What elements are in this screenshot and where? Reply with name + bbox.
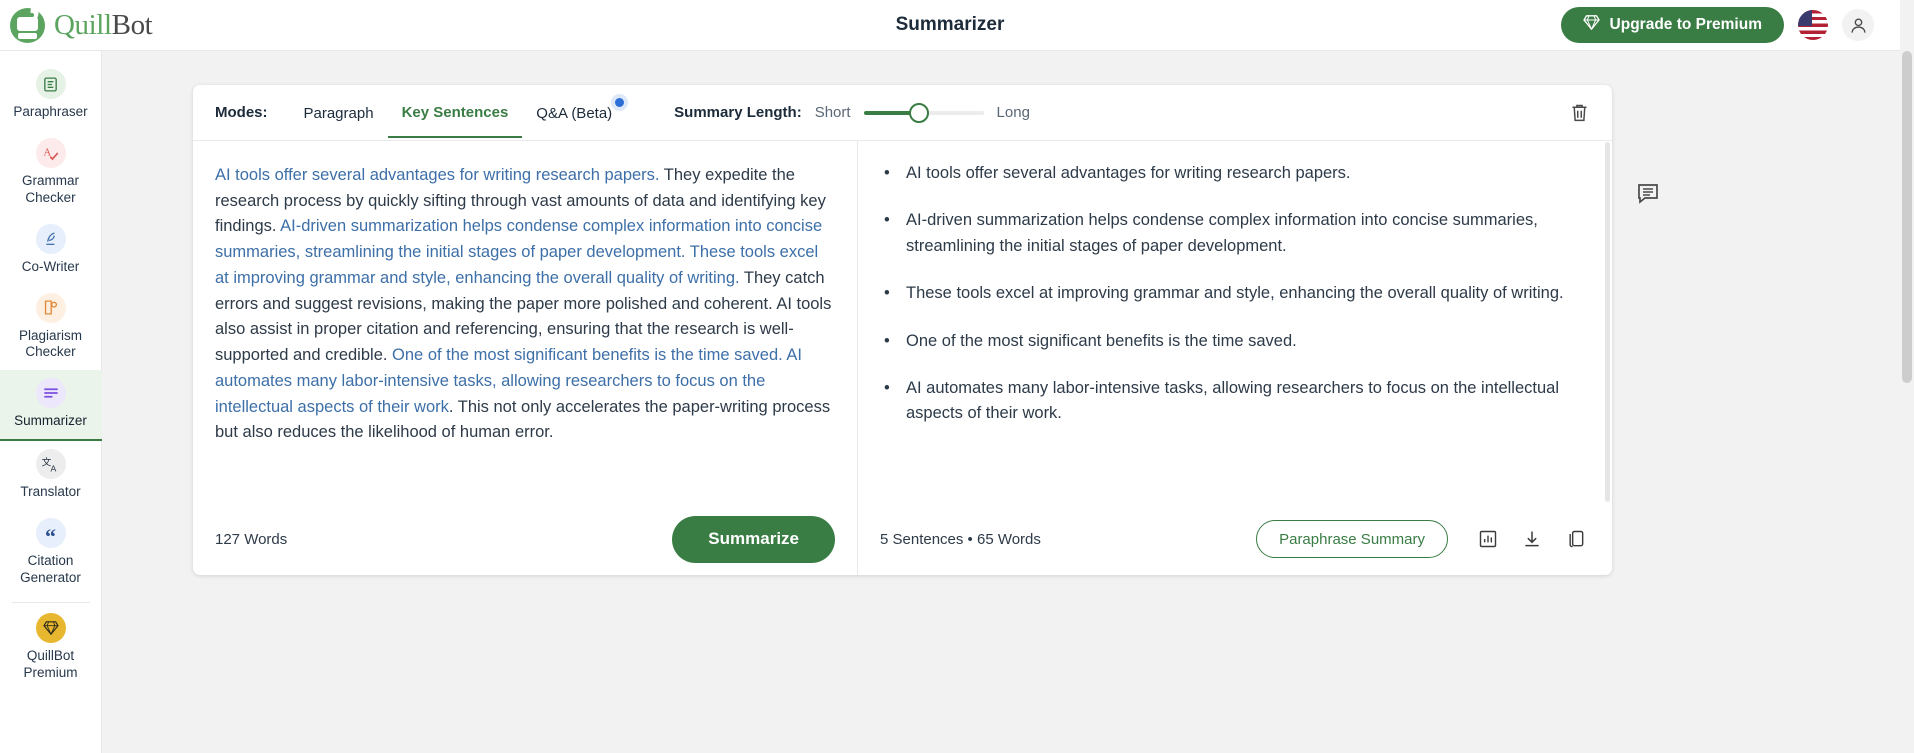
translator-icon: 文A — [35, 449, 66, 480]
sidebar-item-translator[interactable]: 文A Translator — [0, 441, 102, 510]
output-action-icons — [1474, 525, 1590, 553]
quillbot-robot-icon — [10, 6, 45, 43]
input-footer: 127 Words Summarize — [193, 503, 857, 575]
sidebar-item-label: Translator — [20, 484, 81, 500]
quillbot-logo[interactable]: QuillBot — [0, 6, 320, 43]
sidebar-divider — [11, 601, 90, 603]
input-segment: AI-driven summarization helps condense c… — [215, 217, 823, 287]
bullet-text: AI-driven summarization helps condense c… — [906, 211, 1538, 255]
paraphrase-summary-button[interactable]: Paraphrase Summary — [1256, 520, 1448, 558]
quillbot-summarizer-page: QuillBot Summarizer Upgrade to Premium P… — [0, 0, 1914, 753]
slider-long-label: Long — [996, 104, 1030, 121]
modes-label: Modes: — [215, 104, 268, 121]
us-flag-icon[interactable] — [1798, 10, 1828, 40]
list-item: • AI tools offer several advantages for w… — [880, 161, 1582, 186]
output-stats: 5 Sentences • 65 Words — [880, 530, 1041, 548]
list-item: • One of the most significant benefits i… — [880, 329, 1582, 354]
logo-text-quill: Quill — [54, 8, 112, 41]
sidebar-item-label: Plagiarism Checker — [18, 327, 83, 360]
sidebar-item-label: Co-Writer — [21, 258, 80, 274]
upgrade-to-premium-button[interactable]: Upgrade to Premium — [1560, 7, 1784, 43]
sidebar-item-label: QuillBot Premium — [23, 647, 78, 680]
page-scrollbar[interactable] — [1900, 51, 1914, 753]
summarizer-card: Modes: Paragraph Key Sentences Q&A (Beta… — [193, 85, 1612, 575]
svg-text:A: A — [43, 147, 51, 158]
input-panel: AI tools offer several advantages for wr… — [193, 141, 858, 575]
bullet-text: One of the most significant benefits is … — [906, 331, 1297, 350]
feedback-comment-icon[interactable] — [1632, 177, 1664, 209]
upgrade-button-label: Upgrade to Premium — [1609, 16, 1762, 33]
trash-icon[interactable] — [1565, 98, 1594, 127]
user-avatar-button[interactable] — [1842, 9, 1874, 41]
bullet-dot: • — [884, 331, 890, 350]
output-panel: • AI tools offer several advantages for w… — [858, 141, 1612, 575]
slider-thumb[interactable] — [908, 102, 929, 123]
svg-text:A: A — [51, 463, 57, 473]
summary-length-label: Summary Length: — [674, 104, 802, 121]
sidebar-item-label: Summarizer — [14, 413, 87, 429]
list-item: • AI automates many labor-intensive tasks… — [880, 376, 1582, 427]
page-scrollbar-thumb[interactable] — [1902, 51, 1912, 383]
bullet-dot: • — [884, 164, 890, 182]
download-icon[interactable] — [1518, 525, 1546, 553]
card-body: AI tools offer several advantages for wr… — [193, 141, 1612, 575]
input-word-count: 127 Words — [215, 530, 288, 548]
summarizer-toolbar: Modes: Paragraph Key Sentences Q&A (Beta… — [193, 85, 1612, 141]
summary-output-area[interactable]: • AI tools offer several advantages for w… — [858, 141, 1612, 503]
sidebar-item-label: Paraphraser — [13, 104, 88, 119]
sidebar-item-plagiarism-checker[interactable]: Plagiarism Checker — [0, 285, 102, 371]
input-segment: AI tools offer several advantages for wr… — [215, 166, 664, 184]
bullet-text: AI tools offer several advantages for wr… — [906, 164, 1351, 182]
premium-diamond-icon — [35, 612, 66, 643]
summary-length-slider[interactable] — [863, 102, 984, 123]
logo-wordmark: QuillBot — [54, 8, 153, 42]
paraphraser-icon — [35, 69, 66, 99]
summarizer-icon — [35, 378, 66, 409]
left-sidebar: Paraphraser A Grammar Checker Co-Writer … — [0, 51, 102, 753]
copy-icon[interactable] — [1562, 525, 1590, 553]
plagiarism-checker-icon — [35, 292, 66, 323]
tab-qa-label: Q&A (Beta) — [536, 104, 613, 122]
summarize-button[interactable]: Summarize — [672, 515, 835, 563]
co-writer-icon — [35, 223, 66, 254]
main-stage: Modes: Paragraph Key Sentences Q&A (Beta… — [102, 51, 1900, 753]
sidebar-item-citation-generator[interactable]: “ Citation Generator — [0, 510, 102, 596]
sidebar-item-paraphraser[interactable]: Paraphraser — [0, 61, 102, 130]
bullet-dot: • — [884, 211, 890, 230]
sidebar-item-label: Citation Generator — [20, 553, 81, 585]
list-item: • AI-driven summarization helps condense … — [880, 208, 1582, 259]
sidebar-item-grammar-checker[interactable]: A Grammar Checker — [0, 130, 102, 216]
output-footer: 5 Sentences • 65 Words Paraphrase Summar… — [858, 503, 1612, 575]
bullet-dot: • — [884, 284, 890, 303]
bullet-text: These tools excel at improving grammar a… — [906, 284, 1564, 303]
tab-key-sentences[interactable]: Key Sentences — [387, 88, 523, 138]
header-actions: Upgrade to Premium — [1560, 7, 1900, 43]
logo-text-bot: Bot — [111, 8, 153, 41]
sidebar-item-summarizer[interactable]: Summarizer — [0, 370, 102, 442]
input-text-area[interactable]: AI tools offer several advantages for wr… — [193, 141, 857, 503]
bullet-dot: • — [884, 379, 890, 398]
list-item: • These tools excel at improving grammar … — [880, 281, 1582, 306]
sidebar-item-label: Grammar Checker — [22, 172, 79, 205]
bar-chart-icon[interactable] — [1474, 525, 1502, 553]
citation-generator-icon: “ — [35, 518, 66, 548]
diamond-icon — [1582, 15, 1600, 35]
tab-qa-beta[interactable]: Q&A (Beta) — [522, 89, 626, 137]
sidebar-item-quillbot-premium[interactable]: QuillBot Premium — [0, 605, 102, 691]
grammar-checker-icon: A — [35, 137, 66, 168]
slider-short-label: Short — [814, 104, 851, 121]
bullet-text: AI automates many labor-intensive tasks,… — [906, 379, 1559, 423]
sidebar-item-co-writer[interactable]: Co-Writer — [0, 216, 102, 285]
tab-paragraph[interactable]: Paragraph — [290, 89, 388, 137]
card-scrollbar[interactable] — [1605, 142, 1610, 502]
app-header: QuillBot Summarizer Upgrade to Premium — [0, 0, 1900, 51]
beta-badge-dot — [615, 97, 625, 107]
